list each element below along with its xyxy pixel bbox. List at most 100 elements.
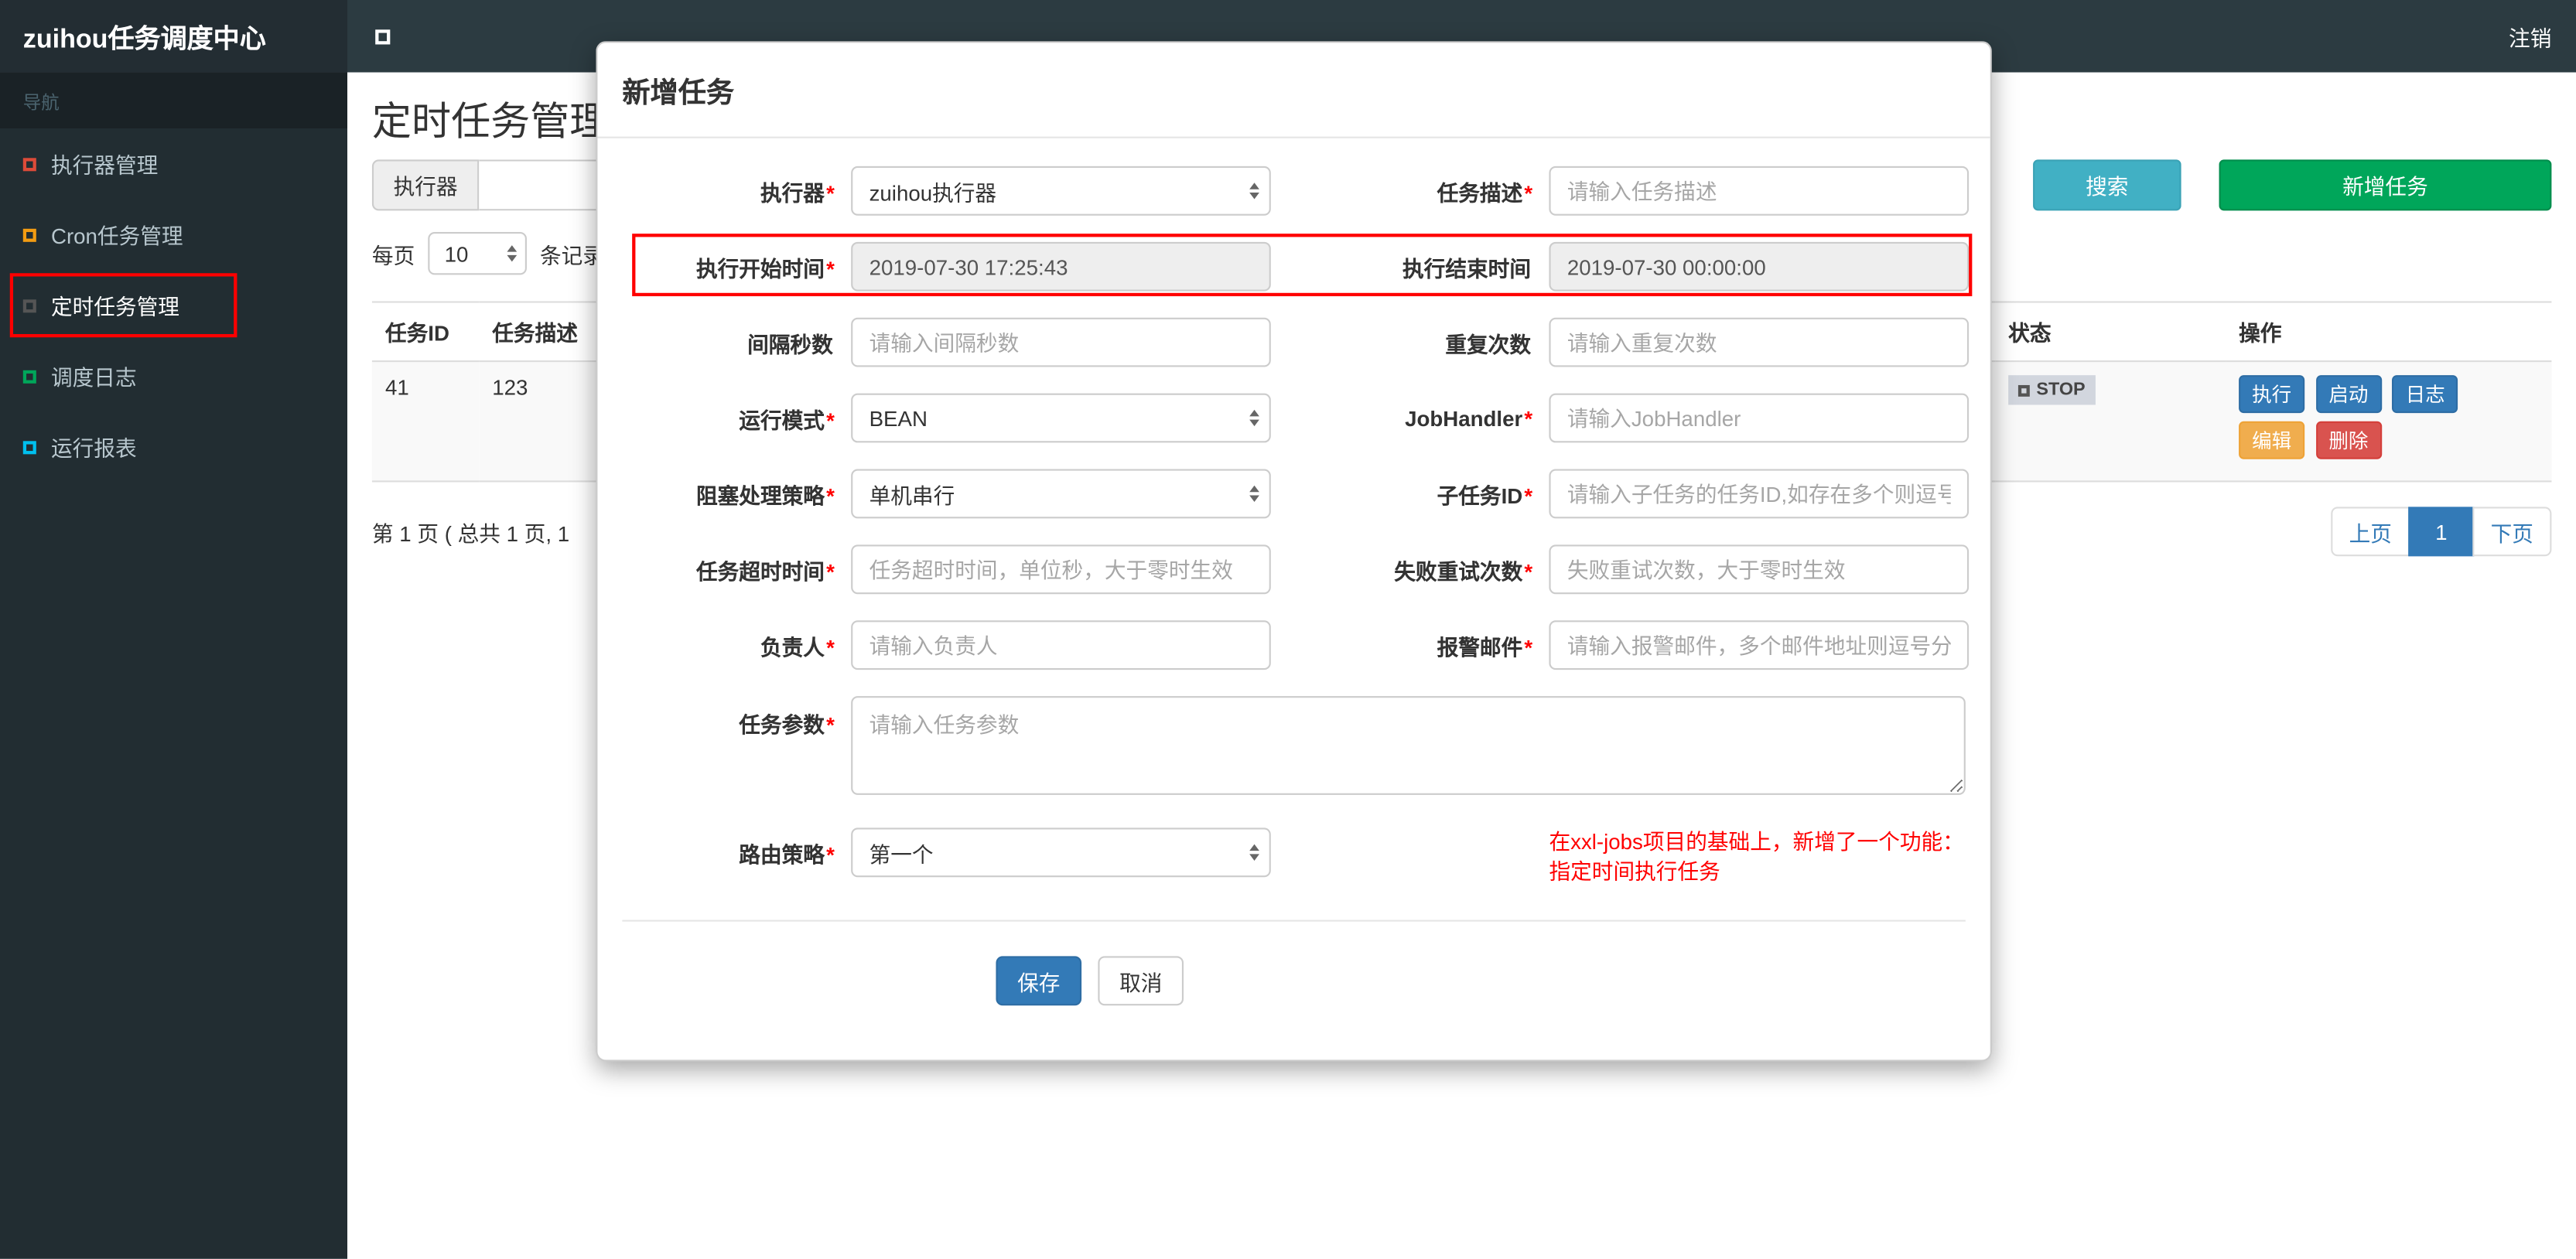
col-header-status: 状态 bbox=[1995, 301, 2226, 363]
select-arrows-icon bbox=[1249, 844, 1259, 861]
executor-select[interactable]: zuihou执行器 bbox=[851, 165, 1271, 216]
edit-button[interactable]: 编辑 bbox=[2239, 421, 2305, 459]
required-asterisk: * bbox=[1524, 634, 1533, 660]
sidebar-item-executor-manage[interactable]: 执行器管理 bbox=[0, 128, 347, 200]
block-strategy-label: 阻塞处理策略 * bbox=[695, 483, 835, 508]
select-arrows-icon bbox=[1249, 485, 1259, 503]
stop-square-icon bbox=[2017, 384, 2030, 396]
alarm-email-label: 报警邮件 * bbox=[1437, 634, 1533, 660]
status-badge: STOP bbox=[2008, 375, 2096, 405]
required-asterisk: * bbox=[826, 712, 835, 738]
required-asterisk: * bbox=[826, 558, 835, 584]
col-header-actions: 操作 bbox=[2226, 301, 2552, 363]
job-params-textarea[interactable] bbox=[851, 696, 1966, 795]
sidebar-item-label: 定时任务管理 bbox=[50, 294, 179, 319]
required-asterisk: * bbox=[826, 841, 835, 867]
sidebar-section-label: 导航 bbox=[0, 72, 348, 128]
sidebar-item-dispatch-logs[interactable]: 调度日志 bbox=[0, 340, 347, 411]
sidebar-item-run-reports[interactable]: 运行报表 bbox=[0, 411, 347, 483]
modal-header: 新增任务 bbox=[597, 43, 1990, 138]
pagination-info: 第 1 页 ( 总共 1 页, 1 bbox=[371, 520, 570, 546]
retry-count-label: 失败重试次数 * bbox=[1394, 558, 1533, 584]
status-badge-label: STOP bbox=[2036, 380, 2086, 401]
save-button[interactable]: 保存 bbox=[996, 956, 1082, 1006]
required-asterisk: * bbox=[1524, 180, 1533, 205]
field-row-owner: 负责人* 报警邮件* bbox=[622, 620, 1970, 670]
square-icon bbox=[22, 299, 36, 312]
page-size-select[interactable]: 10 bbox=[428, 232, 527, 275]
log-button[interactable]: 日志 bbox=[2392, 375, 2458, 414]
required-asterisk: * bbox=[826, 180, 835, 205]
executor-label: 执行器 * bbox=[760, 180, 835, 205]
end-time-input[interactable] bbox=[1549, 241, 1970, 292]
sidebar-toggle-button[interactable] bbox=[347, 0, 419, 73]
field-row-timeout: 任务超时时间* 失败重试次数* bbox=[622, 544, 1970, 595]
square-icon bbox=[22, 440, 36, 454]
end-time-label: 执行结束时间 bbox=[1402, 255, 1532, 281]
cell-status: STOP bbox=[1995, 361, 2226, 483]
logout-link[interactable]: 注销 bbox=[2484, 0, 2576, 73]
run-mode-label: 运行模式 * bbox=[739, 407, 835, 432]
job-desc-input[interactable] bbox=[1549, 165, 1970, 216]
select-arrows-icon bbox=[507, 245, 518, 262]
timeout-input[interactable] bbox=[851, 544, 1271, 595]
start-time-label: 执行开始时间 * bbox=[695, 255, 835, 281]
pager: 上页 1 下页 bbox=[2331, 507, 2552, 557]
run-mode-select[interactable]: BEAN bbox=[851, 393, 1271, 443]
feature-note-line1: 在xxl-jobs项目的基础上，新增了一个功能： bbox=[1549, 829, 1964, 855]
field-row-exec-time: 执行开始时间* 执行结束时间 bbox=[622, 234, 1973, 297]
sidebar-item-label: 运行报表 bbox=[50, 435, 137, 461]
sidebar-item-timed-jobs[interactable]: 定时任务管理 bbox=[0, 270, 347, 341]
child-job-id-label: 子任务ID * bbox=[1437, 483, 1533, 508]
job-params-label: 任务参数 * bbox=[739, 712, 835, 738]
required-asterisk: * bbox=[826, 483, 835, 508]
required-asterisk: * bbox=[1524, 558, 1533, 584]
current-page-button[interactable]: 1 bbox=[2408, 507, 2475, 557]
timeout-label: 任务超时时间 * bbox=[695, 558, 835, 584]
interval-input[interactable] bbox=[851, 317, 1271, 367]
jobhandler-input[interactable] bbox=[1549, 393, 1970, 443]
repeat-count-input[interactable] bbox=[1549, 317, 1970, 367]
cell-job-id: 41 bbox=[371, 361, 480, 483]
owner-input[interactable] bbox=[851, 620, 1271, 670]
executor-filter-label: 执行器 bbox=[371, 159, 480, 211]
child-job-id-input[interactable] bbox=[1549, 469, 1970, 519]
next-page-button[interactable]: 下页 bbox=[2472, 507, 2552, 557]
start-time-input[interactable] bbox=[851, 241, 1271, 292]
app-viewport: zuihou任务调度中心 注销 导航 执行器管理 Cron任务管理 定时任务管理 bbox=[0, 0, 2576, 1259]
required-asterisk: * bbox=[826, 407, 835, 432]
col-header-job-id: 任务ID bbox=[371, 301, 480, 363]
sidebar-item-cron-jobs[interactable]: Cron任务管理 bbox=[0, 199, 347, 270]
sidebar-item-label: 调度日志 bbox=[50, 365, 137, 391]
owner-label: 负责人 * bbox=[760, 634, 835, 660]
route-strategy-select[interactable]: 第一个 bbox=[851, 827, 1271, 878]
add-job-button[interactable]: 新增任务 bbox=[2219, 159, 2552, 211]
start-button[interactable]: 启动 bbox=[2315, 375, 2382, 414]
select-value: BEAN bbox=[869, 405, 928, 431]
job-desc-label: 任务描述 * bbox=[1437, 180, 1533, 205]
search-button[interactable]: 搜索 bbox=[2033, 159, 2181, 211]
select-value: 单机串行 bbox=[869, 483, 955, 508]
field-row-job-params: 任务参数 * bbox=[622, 696, 1966, 795]
add-job-modal: 新增任务 执行器 * zuihou执行器 任务描述 * 请输入任务描述 执行开始… bbox=[596, 41, 1992, 1062]
brand-logo: zuihou任务调度中心 bbox=[0, 0, 348, 73]
prev-page-button[interactable]: 上页 bbox=[2331, 507, 2410, 557]
square-icon bbox=[22, 157, 36, 171]
block-strategy-select[interactable]: 单机串行 bbox=[851, 469, 1271, 519]
modal-footer: 保存 取消 bbox=[996, 956, 1965, 1006]
modal-divider bbox=[622, 920, 1966, 922]
modal-body: 执行器* zuihou执行器 任务描述* 执行开始时间* bbox=[597, 138, 1990, 1006]
required-asterisk: * bbox=[1524, 483, 1533, 508]
retry-count-input[interactable] bbox=[1549, 544, 1970, 595]
route-strategy-label: 路由策略 * bbox=[739, 841, 835, 867]
per-page-suffix: 条记录 bbox=[540, 242, 605, 268]
alarm-email-input[interactable] bbox=[1549, 620, 1970, 670]
cancel-button[interactable]: 取消 bbox=[1098, 956, 1184, 1006]
cell-actions: 执行 启动 日志 编辑 删除 bbox=[2226, 361, 2552, 483]
delete-button[interactable]: 删除 bbox=[2315, 421, 2382, 459]
square-icon bbox=[22, 227, 36, 241]
feature-note: 在xxl-jobs项目的基础上，新增了一个功能： 指定时间执行任务 bbox=[1549, 827, 1976, 887]
select-arrows-icon bbox=[1249, 183, 1259, 200]
sidebar-item-label: 执行器管理 bbox=[50, 152, 159, 178]
run-button[interactable]: 执行 bbox=[2239, 375, 2305, 414]
